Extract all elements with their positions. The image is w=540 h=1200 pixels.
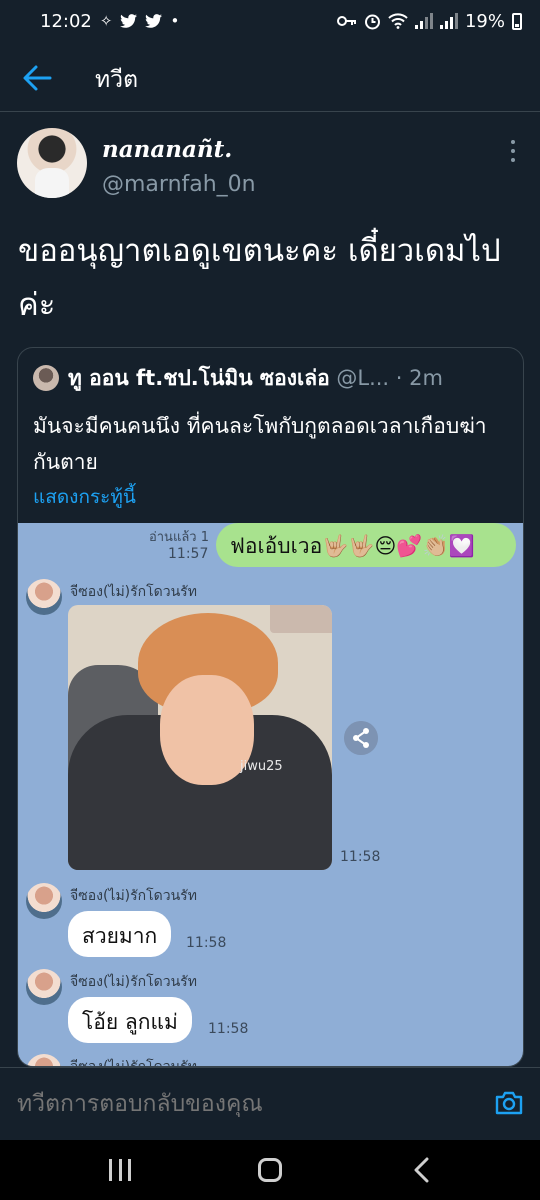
- chat-avatar: [26, 969, 62, 1005]
- more-vertical-icon[interactable]: [508, 140, 518, 162]
- quote-text: มันจะมีคนคนนึง ที่คนละโพกับกูตลอดเวลาเกื…: [33, 414, 487, 474]
- battery-icon: [512, 12, 522, 30]
- recent-apps-icon[interactable]: [109, 1159, 131, 1181]
- show-thread-link[interactable]: แสดงกระทู้นี้: [33, 482, 136, 512]
- page-title: ทวีต: [95, 67, 139, 93]
- battery-text: 19%: [464, 10, 505, 32]
- avatar[interactable]: [17, 128, 87, 198]
- chat-sender: จีซอง(ไม่)รักโดวนรัท: [70, 974, 197, 990]
- camera-icon[interactable]: [494, 1088, 524, 1118]
- alarm-icon: [364, 14, 380, 29]
- home-icon[interactable]: [258, 1158, 282, 1182]
- wifi-icon: [388, 13, 408, 29]
- reply-bar: [0, 1067, 540, 1140]
- quoted-tweet[interactable]: ทู ออน ft.ชป.โน่มิน ซองเล่อ @L... · 2m ม…: [17, 347, 524, 1067]
- system-nav-bar: [0, 1140, 540, 1200]
- sent-time: 11:57: [168, 546, 209, 562]
- back-icon[interactable]: [412, 1157, 432, 1183]
- chat-sender: จีซอง(ไม่)รักโดวนรัท: [70, 1059, 197, 1067]
- read-label: อ่านแล้ว 1: [148, 530, 209, 545]
- direction-icon: ✧: [99, 12, 113, 30]
- chat-photo: jiwu25: [68, 605, 332, 870]
- chat-message-time: 11:58: [186, 935, 227, 951]
- signal-icon: [439, 13, 458, 29]
- status-bar: 12:02 ✧ • 19%: [0, 0, 540, 42]
- photo-watermark: jiwu25: [240, 759, 283, 774]
- sent-message: ฟอเอ้บเวอ🤟🏼🤟🏼😔💕👏🏼💟: [216, 523, 516, 567]
- chat-screenshot[interactable]: อ่านแล้ว 1 11:57 ฟอเอ้บเวอ🤟🏼🤟🏼😔💕👏🏼💟 จีซอ…: [18, 523, 523, 1067]
- chat-sender: จีซอง(ไม่)รักโดวนรัท: [70, 888, 197, 904]
- reply-input[interactable]: [17, 1090, 457, 1117]
- key-icon: [336, 16, 356, 26]
- quote-time: · 2m: [395, 366, 443, 390]
- dot-icon: •: [170, 12, 180, 30]
- chat-message: โอ้ย ลูกแม่: [68, 997, 192, 1043]
- twitter-icon: [145, 14, 163, 28]
- signal-icon: [414, 13, 433, 29]
- photo-time: 11:58: [340, 849, 381, 865]
- arrow-left-icon[interactable]: [22, 64, 52, 92]
- display-name[interactable]: nananañt.: [102, 136, 232, 163]
- share-icon[interactable]: [344, 721, 378, 755]
- quote-name: ทู ออน ft.ชป.โน่มิน ซองเล่อ: [68, 366, 330, 390]
- quote-header: ทู ออน ft.ชป.โน่มิน ซองเล่อ @L... · 2m: [68, 362, 513, 395]
- chat-avatar: [26, 1054, 62, 1066]
- twitter-icon: [120, 14, 138, 28]
- user-handle[interactable]: @marnfah_0n: [102, 172, 256, 197]
- status-time: 12:02: [40, 10, 92, 32]
- chat-avatar: [26, 883, 62, 919]
- quote-avatar: [33, 365, 59, 391]
- chat-sender: จีซอง(ไม่)รักโดวนรัท: [70, 584, 197, 600]
- quote-handle: @L...: [336, 366, 390, 390]
- chat-message: สวยมาก: [68, 911, 172, 957]
- tweet-text: ขออนุญาตเอดูเขตนะคะ เดี๋ยวเดมไปค่ะ: [18, 233, 501, 323]
- chat-avatar: [26, 579, 62, 615]
- chat-message-time: 11:58: [208, 1021, 249, 1037]
- app-header: ทวีต: [0, 44, 540, 112]
